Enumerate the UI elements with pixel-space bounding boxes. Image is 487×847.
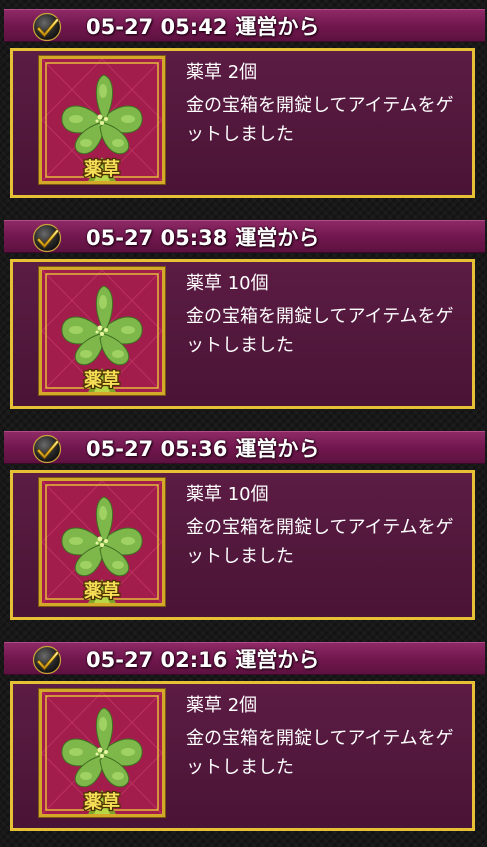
message-entry[interactable]: 05-27 05:38 運営から 薬草 薬草 10個 金の宝箱を開錠してアイテム… [0, 211, 487, 411]
item-label: 薬草 [84, 369, 120, 391]
message-entry[interactable]: 05-27 05:36 運営から 薬草 薬草 10個 金の宝箱を開錠してアイテム… [0, 422, 487, 622]
item-description: 金の宝箱を開錠してアイテムをゲットしました [186, 306, 454, 356]
herb-icon: 薬草 [42, 270, 162, 392]
checkmark-icon [32, 223, 62, 253]
item-label: 薬草 [84, 580, 120, 602]
checkmark-icon [32, 12, 62, 42]
message-time: 05-27 05:42 [86, 15, 228, 39]
message-header: 05-27 05:36 運営から [4, 431, 485, 464]
item-label: 薬草 [84, 158, 120, 180]
message-header: 05-27 05:38 運営から [4, 220, 485, 253]
message-card: 薬草 薬草 2個 金の宝箱を開錠してアイテムをゲットしました [10, 48, 475, 198]
item-frame: 薬草 [38, 266, 166, 396]
herb-icon: 薬草 [42, 481, 162, 603]
message-card: 薬草 薬草 2個 金の宝箱を開錠してアイテムをゲットしました [10, 681, 475, 831]
herb-icon: 薬草 [42, 692, 162, 814]
message-title: 05-27 02:16 運営から [86, 647, 327, 673]
item-frame: 薬草 [38, 688, 166, 818]
message-sender: 運営から [235, 437, 320, 461]
message-entry[interactable]: 05-27 02:16 運営から 薬草 薬草 2個 金の宝箱を開錠してアイテムを… [0, 633, 487, 833]
item-name: 薬草 2個 [186, 62, 258, 83]
item-name: 薬草 2個 [186, 695, 258, 716]
item-description: 金の宝箱を開錠してアイテムをゲットしました [186, 95, 454, 145]
message-title: 05-27 05:38 運営から [86, 225, 327, 251]
message-sender: 運営から [235, 15, 320, 39]
checkmark-icon [32, 645, 62, 675]
message-header: 05-27 02:16 運営から [4, 642, 485, 675]
item-label: 薬草 [84, 791, 120, 813]
checkmark-icon [32, 434, 62, 464]
item-description: 金の宝箱を開錠してアイテムをゲットしました [186, 728, 454, 778]
item-name: 薬草 10個 [186, 273, 269, 294]
message-card: 薬草 薬草 10個 金の宝箱を開錠してアイテムをゲットしました [10, 259, 475, 409]
message-card: 薬草 薬草 10個 金の宝箱を開錠してアイテムをゲットしました [10, 470, 475, 620]
message-time: 05-27 05:36 [86, 437, 228, 461]
item-name: 薬草 10個 [186, 484, 269, 505]
message-title: 05-27 05:42 運営から [86, 14, 327, 40]
message-title: 05-27 05:36 運営から [86, 436, 327, 462]
message-time: 05-27 02:16 [86, 648, 228, 672]
herb-icon: 薬草 [42, 59, 162, 181]
item-frame: 薬草 [38, 55, 166, 185]
message-sender: 運営から [235, 648, 320, 672]
message-time: 05-27 05:38 [86, 226, 228, 250]
message-header: 05-27 05:42 運営から [4, 9, 485, 42]
message-sender: 運営から [235, 226, 320, 250]
item-frame: 薬草 [38, 477, 166, 607]
message-entry[interactable]: 05-27 05:42 運営から 薬草 薬草 2個 金の宝箱を開錠してアイテムを… [0, 0, 487, 200]
item-description: 金の宝箱を開錠してアイテムをゲットしました [186, 517, 454, 567]
